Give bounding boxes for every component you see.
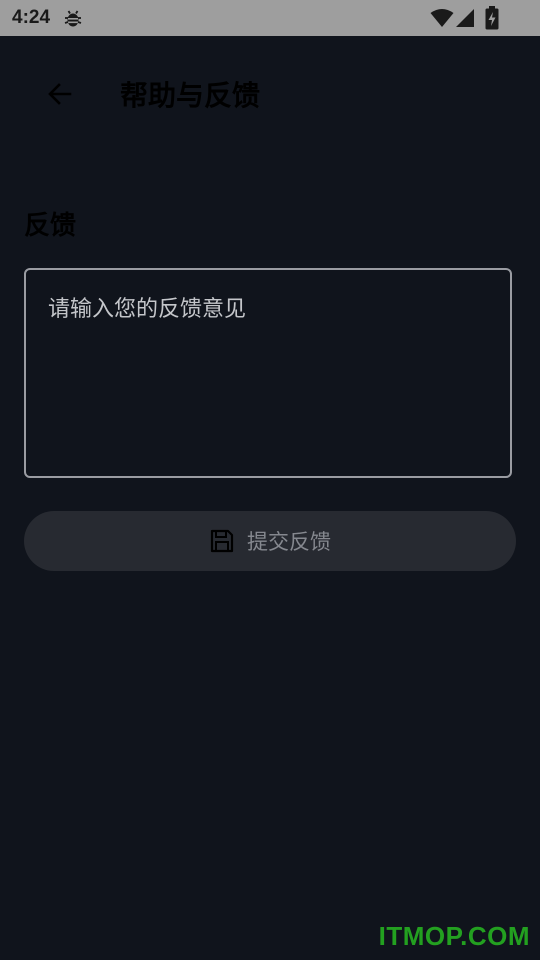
watermark: ITMOP.COM xyxy=(378,921,530,951)
wifi-icon xyxy=(430,8,454,32)
signal-icon xyxy=(455,8,475,32)
bug-icon xyxy=(63,9,83,33)
app-bar: 帮助与反馈 xyxy=(0,36,540,158)
feedback-input[interactable] xyxy=(24,268,512,478)
save-icon xyxy=(209,528,235,554)
battery-charging-icon xyxy=(485,6,499,34)
back-button[interactable] xyxy=(36,72,84,120)
page-title: 帮助与反馈 xyxy=(120,79,261,112)
submit-feedback-label: 提交反馈 xyxy=(247,530,331,554)
arrow-left-icon xyxy=(46,80,74,112)
status-bar: 4:24 xyxy=(0,0,540,36)
feedback-section-title: 反馈 xyxy=(24,211,77,241)
submit-feedback-button[interactable]: 提交反馈 xyxy=(24,511,516,571)
status-time: 4:24 xyxy=(12,7,51,28)
